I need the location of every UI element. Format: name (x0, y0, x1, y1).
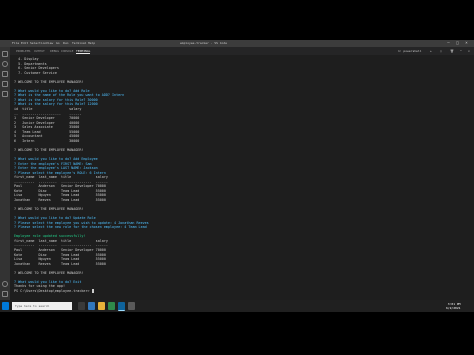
terminal-line-text: PS C:\Users\Desktop\employee-tracker> (14, 288, 92, 293)
split-terminal-icon[interactable]: ▯ (440, 49, 442, 53)
menu-file[interactable]: File (12, 41, 19, 46)
terminal-line-text: ? What would you like to do? Exit (14, 279, 82, 284)
menu-run[interactable]: Run (63, 41, 68, 46)
terminal-line-text: 5. Departments (14, 61, 47, 66)
terminal-line-text: -- ------------------- ------ (14, 111, 82, 116)
file-explorer-icon[interactable] (98, 302, 105, 310)
tab-problems[interactable]: PROBLEMS (16, 49, 30, 53)
terminal-line-text: ---------- --------- --------------- ---… (14, 179, 108, 184)
vscode-taskbar-icon[interactable] (118, 302, 125, 311)
taskbar: Type here to search 3:01 PM 6/2/2021 (0, 300, 474, 312)
maximize-panel-icon[interactable]: ^ (460, 49, 462, 53)
vscode-window: File Edit Selection View Go Run Terminal… (0, 40, 474, 312)
close-panel-icon[interactable]: × (468, 49, 470, 53)
terminal-line-text: 4. Display (14, 57, 39, 61)
run-debug-icon[interactable] (2, 81, 8, 87)
terminal-line-text: Lisa Nguyen Team Lead 55000 (14, 257, 106, 262)
terminal-line-text: 2 Junior Developer 40000 (14, 120, 80, 125)
terminal-line-text: Jonathan Reeves Team Lead 55000 (14, 261, 106, 266)
terminal-line-text: ? What would you like to do? Add Employe… (14, 157, 98, 162)
terminal-line-text: Lisa Nguyen Team Lead 55000 (14, 193, 106, 198)
terminal-line-text: 1 Senior Developer 70000 (14, 116, 80, 121)
terminal-line-text: ? WELCOME TO THE EMPLOYEE MANAGER! (14, 270, 84, 275)
terminal-line-text: ? WELCOME TO THE EMPLOYEE MANAGER! (14, 207, 84, 212)
minimize-icon[interactable]: – (446, 41, 451, 45)
search-icon[interactable] (2, 61, 8, 67)
extensions-icon[interactable] (2, 91, 8, 97)
menu-terminal[interactable]: Terminal (72, 41, 86, 46)
task-view-icon[interactable] (78, 302, 85, 310)
terminal-line-text: 5 Accountant 45000 (14, 134, 80, 139)
title-bar: File Edit Selection View Go Run Terminal… (0, 40, 474, 47)
terminal-line-text: ? What is the name of the Role you want … (14, 93, 125, 98)
terminal-line-text: ? Please select the new role for the cho… (14, 225, 147, 230)
terminal-line-text: ? WELCOME TO THE EMPLOYEE MANAGER! (14, 147, 84, 152)
terminal-line-text: ? Please select the employee you wish to… (14, 220, 149, 225)
search-placeholder: Type here to search (15, 304, 50, 308)
source-control-icon[interactable] (2, 71, 8, 77)
terminal-line-text: 6 Intern 30000 (14, 138, 80, 143)
tab-debug-console[interactable]: DEBUG CONSOLE (50, 49, 73, 53)
terminal-line-text: Jonathan Reeves Team Lead 55000 (14, 197, 106, 202)
terminal-line-text: ? Enter the employee's LAST NAME: Jackso… (14, 166, 98, 171)
close-icon[interactable]: × (464, 41, 469, 45)
terminal-line-text: Kate Diaz Team Lead 55000 (14, 252, 106, 257)
terminal-app-icon[interactable] (128, 302, 135, 310)
terminal-line-text: ? What would you like to do? Update Role (14, 216, 96, 221)
maximize-icon[interactable]: □ (455, 41, 460, 45)
terminal-line-text: id title salary (14, 107, 82, 112)
menu-help[interactable]: Help (88, 41, 95, 46)
activity-bar (0, 47, 10, 305)
account-icon[interactable] (2, 281, 8, 287)
terminal-line-text: 6. Senior Developers (14, 66, 59, 71)
menu-edit[interactable]: Edit (21, 41, 28, 46)
trash-icon[interactable]: 🗑 (450, 49, 454, 53)
window-title: employee-tracker - VS Code (180, 41, 227, 45)
terminal-line: PS C:\Users\Desktop\employee-tracker> (14, 288, 464, 294)
terminal-line-text: ? WELCOME TO THE EMPLOYEE MANAGER! (14, 79, 84, 84)
terminal-line-text: Thanks for using the app! (14, 284, 66, 289)
taskbar-search[interactable]: Type here to search (12, 302, 72, 310)
terminal-line-text: Paul Anderson Senior Developer 70000 (14, 184, 106, 189)
clock[interactable]: 3:01 PM 6/2/2021 (446, 302, 460, 310)
panel-tab-bar: PROBLEMS OUTPUT DEBUG CONSOLE TERMINAL 1… (10, 47, 474, 55)
terminal-line-text: ? What would you like to do? Add Role (14, 88, 90, 93)
tab-output[interactable]: OUTPUT (34, 49, 45, 53)
terminal-line-text: first_name last_name title salary (14, 175, 108, 180)
terminal-line-text: Kate Diaz Team Lead 55000 (14, 188, 106, 193)
edge-icon[interactable] (88, 302, 95, 310)
terminal-line-text: ? Enter the employee's FIRST NAME: Sam (14, 161, 92, 166)
windows-start-icon[interactable] (2, 302, 9, 310)
menu-selection[interactable]: Selection (30, 41, 46, 46)
add-terminal-icon[interactable]: + (430, 49, 432, 53)
terminal-line-text: 3 Sales Associate 35000 (14, 125, 80, 130)
explorer-icon[interactable] (2, 51, 8, 57)
terminal-line-text: ? Please select the employee's ROLE: 6 I… (14, 170, 106, 175)
terminal-cursor (91, 288, 94, 293)
tab-terminal[interactable]: TERMINAL (76, 49, 91, 54)
terminal-line-text: ? What is the salary for this Role? 1200… (14, 102, 98, 107)
menu-view[interactable]: View (46, 41, 53, 46)
terminal-line-text: Employee role updated successfully! (14, 234, 86, 239)
clock-date: 6/2/2021 (446, 306, 461, 310)
chrome-icon[interactable] (108, 302, 115, 310)
gear-icon[interactable] (2, 291, 8, 297)
terminal-line-text: 7. Customer Service (14, 70, 57, 75)
terminal-line-text: ? What is the salary for this Role? 3000… (14, 97, 98, 102)
menu-go[interactable]: Go (56, 41, 60, 46)
terminal-output[interactable]: 4. Display 5. Departments 6. Senior Deve… (14, 57, 464, 305)
terminal-line-text: first_name last_name title salary (14, 238, 108, 243)
terminal-selector[interactable]: 1: powershell (398, 49, 421, 53)
terminal-line-text: 4 Team Lead 55000 (14, 129, 80, 134)
terminal-line-text: ---------- --------- --------------- ---… (14, 243, 108, 248)
terminal-line-text: Paul Anderson Senior Developer 70000 (14, 247, 106, 252)
